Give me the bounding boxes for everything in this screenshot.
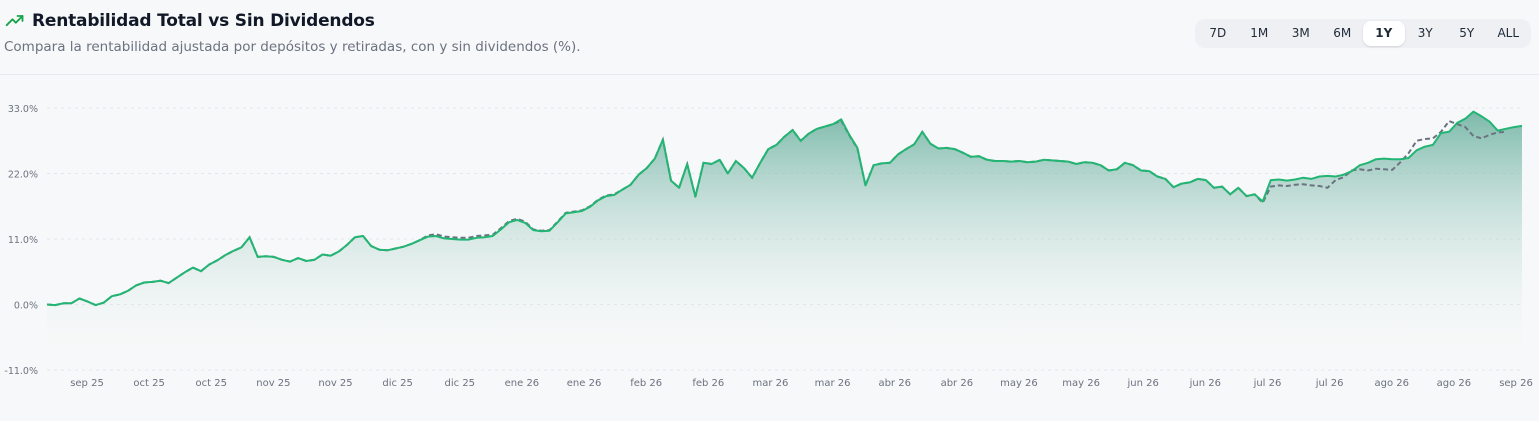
x-tick-label: mar 26 (815, 378, 851, 389)
range-button-3m[interactable]: 3M (1280, 21, 1322, 46)
x-tick-label: nov 25 (256, 378, 290, 389)
x-tick-label: ene 26 (505, 378, 540, 389)
y-tick-label: -11.0% (4, 366, 38, 377)
x-tick-label: ago 26 (1374, 378, 1409, 389)
title-row: Rentabilidad Total vs Sin Dividendos (5, 11, 375, 31)
returns-chart: 33.0% 22.0% 11.0% 0.0% -11.0% sep 25 oct 25 oc… (4, 104, 1533, 389)
x-tick-label: may 26 (1062, 378, 1100, 389)
x-tick-label: jun 26 (1127, 378, 1159, 389)
y-tick-label: 11.0% (8, 235, 38, 246)
range-button-1y[interactable]: 1Y (1363, 21, 1405, 46)
range-button-3y[interactable]: 3Y (1405, 21, 1447, 46)
x-tick-label: dic 25 (445, 378, 476, 389)
x-tick-label: jun 26 (1189, 378, 1221, 389)
range-button-1m[interactable]: 1M (1239, 21, 1281, 46)
x-tick-label: oct 25 (196, 378, 227, 389)
x-tick-label: feb 26 (692, 378, 724, 389)
x-tick-label: feb 26 (630, 378, 662, 389)
x-tick-label: jul 26 (1253, 378, 1282, 389)
x-tick-label: sep 26 (1499, 378, 1533, 389)
chart-area: 33.0% 22.0% 11.0% 0.0% -11.0% sep 25 oct 25 oc… (0, 74, 1539, 417)
y-tick-label: 0.0% (14, 301, 38, 312)
x-tick-label: may 26 (1000, 378, 1038, 389)
y-tick-label: 33.0% (8, 104, 38, 115)
x-tick-label: oct 25 (133, 378, 164, 389)
y-tick-label: 22.0% (8, 170, 38, 181)
x-tick-label: ene 26 (567, 378, 602, 389)
range-button-all[interactable]: ALL (1488, 21, 1530, 46)
chart-header: Rentabilidad Total vs Sin Dividendos Com… (0, 0, 1539, 75)
trending-up-icon (5, 15, 24, 27)
x-tick-label: dic 25 (382, 378, 413, 389)
x-tick-label: jul 26 (1315, 378, 1344, 389)
total-return-area (47, 111, 1522, 370)
x-tick-label: abr 26 (878, 378, 911, 389)
chart-title: Rentabilidad Total vs Sin Dividendos (32, 11, 375, 31)
x-tick-label: mar 26 (752, 378, 788, 389)
x-tick-label: abr 26 (941, 378, 974, 389)
range-button-6m[interactable]: 6M (1322, 21, 1364, 46)
range-button-5y[interactable]: 5Y (1446, 21, 1488, 46)
x-tick-label: sep 25 (70, 378, 104, 389)
chart-subtitle: Compara la rentabilidad ajustada por dep… (4, 39, 581, 55)
range-button-7d[interactable]: 7D (1197, 21, 1239, 46)
x-tick-label: nov 25 (318, 378, 352, 389)
time-range-selector: 7D 1M 3M 6M 1Y 3Y 5Y ALL (1195, 19, 1531, 48)
x-tick-label: ago 26 (1437, 378, 1472, 389)
